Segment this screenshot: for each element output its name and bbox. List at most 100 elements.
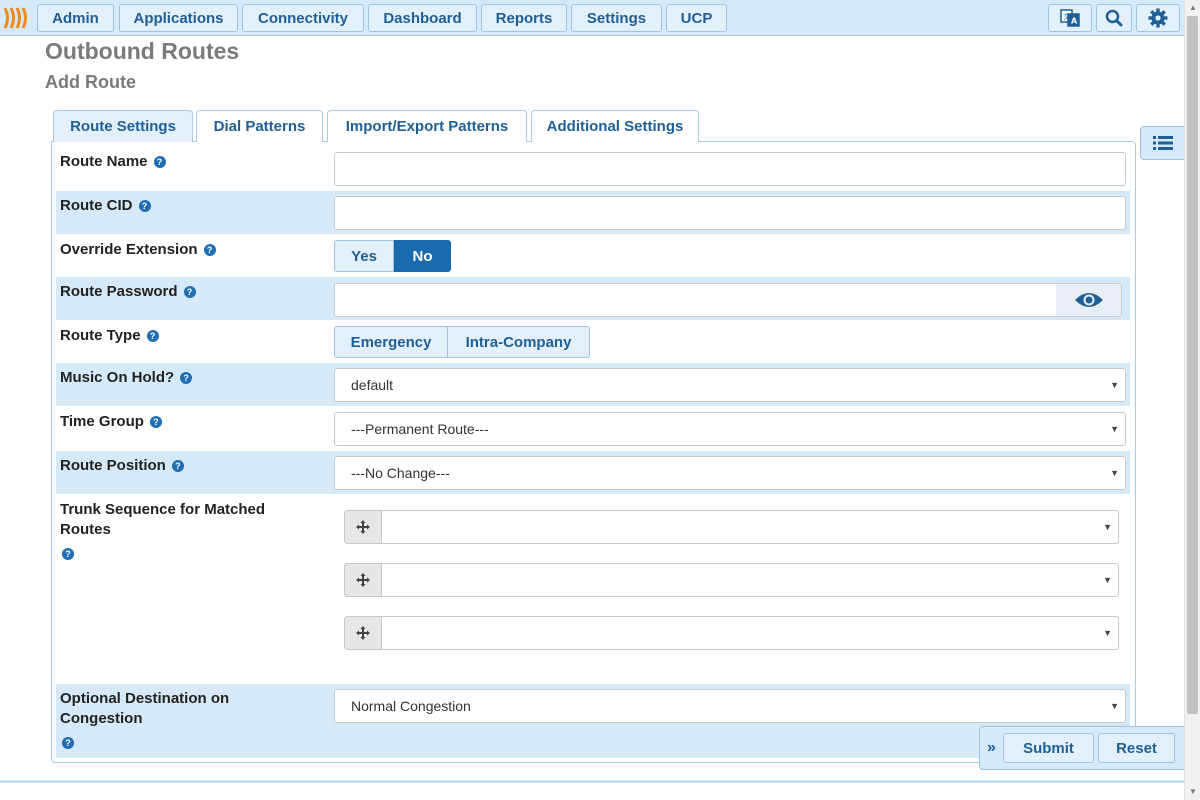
help-icon[interactable]: ? <box>203 244 216 257</box>
move-icon <box>356 626 370 640</box>
override-extension-label: Override Extension? <box>60 240 216 260</box>
page-title: Outbound Routes <box>45 38 240 64</box>
chevron-down-icon: ▼ <box>1110 380 1119 390</box>
nav-settings[interactable]: Settings <box>571 4 662 32</box>
route-password-label-text: Route Password <box>60 283 178 300</box>
chevron-down-icon: ▼ <box>1103 575 1112 585</box>
chevron-down-icon: ▼ <box>1110 468 1119 478</box>
congestion-value: Normal Congestion <box>351 698 471 714</box>
search-icon <box>1105 9 1123 27</box>
route-name-label-text: Route Name <box>60 153 148 170</box>
time-group-value: ---Permanent Route--- <box>351 421 489 437</box>
chevron-down-icon: ▼ <box>1103 522 1112 532</box>
route-cid-label-text: Route CID <box>60 197 133 214</box>
svg-text:文: 文 <box>1064 12 1071 21</box>
trunk-sequence-row: ▼ <box>344 510 1119 544</box>
help-icon[interactable]: ? <box>146 330 159 343</box>
nav-reports[interactable]: Reports <box>481 4 567 32</box>
help-icon[interactable]: ? <box>180 372 193 385</box>
show-password-button[interactable] <box>1056 283 1122 317</box>
gear-icon <box>1148 8 1168 28</box>
route-name-input[interactable] <box>334 152 1126 186</box>
trunk-select[interactable]: ▼ <box>382 616 1119 650</box>
page-scrollbar[interactable]: ▲ ▼ <box>1184 0 1200 800</box>
time-group-label-text: Time Group <box>60 413 144 430</box>
move-icon <box>356 520 370 534</box>
trunk-sequence-row: ▼ <box>344 563 1119 597</box>
music-on-hold-label: Music On Hold?? <box>60 368 193 388</box>
settings-button[interactable] <box>1136 4 1180 32</box>
drag-handle-icon[interactable] <box>344 510 382 544</box>
nav-ucp[interactable]: UCP <box>666 4 727 32</box>
route-password-input[interactable] <box>334 283 1057 317</box>
route-password-label: Route Password? <box>60 282 196 302</box>
help-icon[interactable]: ? <box>62 737 74 750</box>
music-on-hold-label-text: Music On Hold? <box>60 369 175 386</box>
tab-import-export-patterns[interactable]: Import/Export Patterns <box>327 110 527 142</box>
route-type-label: Route Type? <box>60 326 159 346</box>
list-icon <box>1152 136 1173 150</box>
scroll-thumb[interactable] <box>1187 16 1198 714</box>
route-type-intra-company-button[interactable]: Intra-Company <box>448 326 590 358</box>
move-icon <box>356 573 370 587</box>
override-no-button[interactable]: No <box>394 240 451 272</box>
override-extension-label-text: Override Extension <box>60 241 198 258</box>
top-nav-bar: Admin Applications Connectivity Dashboar… <box>0 0 1184 36</box>
route-type-label-text: Route Type <box>60 327 141 344</box>
chevron-down-icon: ▼ <box>1110 424 1119 434</box>
drag-handle-icon[interactable] <box>344 563 382 597</box>
nav-applications[interactable]: Applications <box>119 4 238 32</box>
trunk-select[interactable]: ▼ <box>382 510 1119 544</box>
page-subtitle: Add Route <box>45 72 136 92</box>
eye-icon <box>1074 293 1103 307</box>
route-position-label: Route Position? <box>60 456 184 476</box>
action-bar: » Submit Reset <box>979 726 1184 770</box>
side-menu-toggle[interactable] <box>1140 126 1184 160</box>
nav-admin[interactable]: Admin <box>37 4 114 32</box>
trunk-sequence-label: Trunk Sequence for Matched Routes ? <box>60 500 290 561</box>
music-on-hold-value: default <box>351 377 394 393</box>
route-type-emergency-button[interactable]: Emergency <box>334 326 448 358</box>
override-extension-toggle: Yes No <box>334 240 451 272</box>
route-cid-label: Route CID? <box>60 196 151 216</box>
trunk-sequence-row: ▼ <box>344 616 1119 650</box>
route-position-value: ---No Change--- <box>351 465 450 481</box>
language-button[interactable]: 文 A <box>1048 4 1092 32</box>
congestion-label-text: Optional Destination on Congestion <box>60 690 230 727</box>
tab-route-settings[interactable]: Route Settings <box>53 110 193 142</box>
route-position-label-text: Route Position <box>60 457 166 474</box>
time-group-select[interactable]: ---Permanent Route--- ▼ <box>334 412 1126 446</box>
nav-connectivity[interactable]: Connectivity <box>242 4 364 32</box>
time-group-label: Time Group? <box>60 412 162 432</box>
help-icon[interactable]: ? <box>171 460 184 473</box>
congestion-label: Optional Destination on Congestion ? <box>60 689 290 750</box>
trunk-sequence-label-text: Trunk Sequence for Matched Routes <box>60 501 266 538</box>
help-icon[interactable]: ? <box>153 156 166 169</box>
help-icon[interactable]: ? <box>62 548 74 561</box>
double-chevron-right-icon[interactable]: » <box>987 739 996 757</box>
reset-button[interactable]: Reset <box>1098 733 1175 763</box>
trunk-select[interactable]: ▼ <box>382 563 1119 597</box>
svg-text:A: A <box>1071 17 1078 26</box>
music-on-hold-select[interactable]: default ▼ <box>334 368 1126 402</box>
footer-divider <box>0 780 1184 783</box>
help-icon[interactable]: ? <box>138 200 151 213</box>
help-icon[interactable]: ? <box>183 286 196 299</box>
help-icon[interactable]: ? <box>149 416 162 429</box>
congestion-select[interactable]: Normal Congestion ▼ <box>334 689 1126 723</box>
chevron-down-icon: ▼ <box>1103 628 1112 638</box>
route-name-label: Route Name? <box>60 152 166 172</box>
override-yes-button[interactable]: Yes <box>334 240 394 272</box>
tab-additional-settings[interactable]: Additional Settings <box>531 110 699 142</box>
logo-icon[interactable] <box>2 6 32 30</box>
nav-dashboard[interactable]: Dashboard <box>368 4 477 32</box>
chevron-down-icon: ▼ <box>1110 701 1119 711</box>
scroll-down-icon[interactable]: ▼ <box>1185 784 1200 800</box>
tab-dial-patterns[interactable]: Dial Patterns <box>196 110 323 142</box>
submit-button[interactable]: Submit <box>1003 733 1094 763</box>
route-position-select[interactable]: ---No Change--- ▼ <box>334 456 1126 490</box>
search-button[interactable] <box>1096 4 1132 32</box>
drag-handle-icon[interactable] <box>344 616 382 650</box>
route-cid-input[interactable] <box>334 196 1126 230</box>
scroll-up-icon[interactable]: ▲ <box>1185 0 1200 16</box>
